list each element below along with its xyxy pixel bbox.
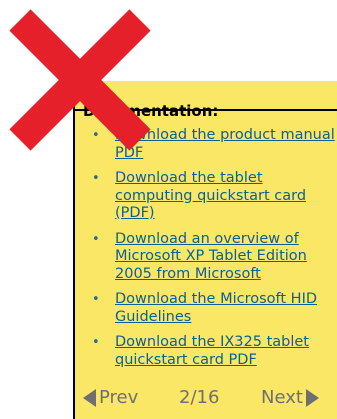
page-indicator: 2/16 [179, 387, 220, 408]
documentation-heading: Documentation: [83, 102, 219, 120]
bullet-icon: • [92, 292, 100, 307]
prev-button[interactable]: Prev [83, 387, 138, 408]
list-item: • Download the tablet computing quicksta… [87, 170, 337, 223]
list-item: • Download the product manual PDF [87, 127, 337, 162]
download-quickstart-card-link[interactable]: Download the tablet computing quickstart… [115, 170, 306, 221]
bullet-icon: • [92, 128, 100, 143]
bullet-icon: • [92, 171, 100, 186]
download-hid-guidelines-link[interactable]: Download the Microsoft HID Guidelines [115, 291, 317, 325]
list-item: • Download an overview of Microsoft XP T… [87, 231, 337, 284]
documentation-panel: Documentation: • Download the product ma… [73, 81, 337, 419]
pager: Prev 2/16 Next [75, 387, 337, 415]
documentation-links-list: • Download the product manual PDF • Down… [87, 127, 337, 377]
bullet-icon: • [92, 231, 100, 247]
triangle-right-icon [305, 388, 319, 407]
bullet-icon: • [92, 335, 100, 350]
download-ix325-quickstart-link[interactable]: Download the IX325 tablet quickstart car… [115, 334, 309, 368]
list-item: • Download the Microsoft HID Guidelines [87, 291, 337, 326]
download-xp-tablet-overview-link[interactable]: Download an overview of Microsoft XP Tab… [115, 231, 307, 282]
next-label: Next [261, 387, 303, 408]
list-item: • Download the IX325 tablet quickstart c… [87, 334, 337, 369]
download-product-manual-link[interactable]: Download the product manual PDF [115, 127, 335, 161]
next-button[interactable]: Next [261, 387, 319, 408]
triangle-left-icon [83, 388, 96, 407]
prev-label: Prev [99, 387, 139, 408]
